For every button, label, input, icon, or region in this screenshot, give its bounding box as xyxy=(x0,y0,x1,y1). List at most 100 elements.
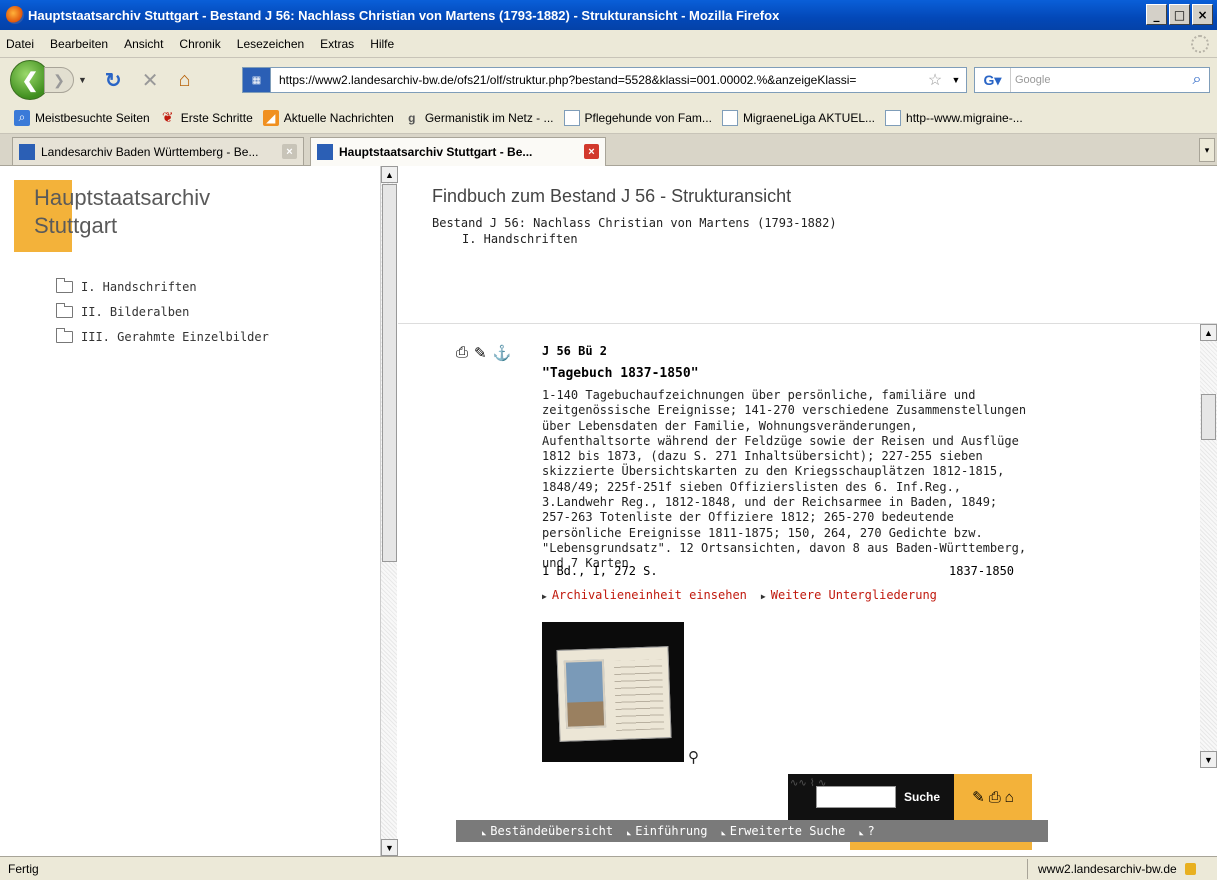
tree-item-handschriften[interactable]: I. Handschriften xyxy=(56,274,269,299)
tab-landesarchiv[interactable]: Landesarchiv Baden Württemberg - Be... × xyxy=(12,137,304,165)
site-favicon-icon: ▦ xyxy=(243,68,271,92)
nav-einfuehrung[interactable]: ◣ Einführung xyxy=(627,824,707,838)
lock-icon[interactable] xyxy=(1184,863,1196,875)
close-button[interactable]: × xyxy=(1192,4,1213,25)
tab-close-icon[interactable]: × xyxy=(282,144,297,159)
bookmark-migraeneliga[interactable]: MigraeneLiga AKTUEL... xyxy=(721,109,875,126)
page-content: Hauptstaatsarchiv Stuttgart I. Handschri… xyxy=(0,166,1217,856)
tree-item-gerahmte-einzelbilder[interactable]: III. Gerahmte Einzelbilder xyxy=(56,324,269,349)
edit-icon[interactable]: ✎ xyxy=(972,788,985,806)
scroll-thumb[interactable] xyxy=(382,184,397,562)
print-icon[interactable]: ⎙ xyxy=(989,789,1001,806)
bestand-breadcrumb[interactable]: Bestand J 56: Nachlass Christian von Mar… xyxy=(432,216,837,230)
scroll-down-icon[interactable]: ▼ xyxy=(1200,751,1217,768)
nav-bestaendeuebersicht[interactable]: ◣ Beständeübersicht xyxy=(482,824,613,838)
bookmark-meistbesuchte[interactable]: ⌕ Meistbesuchte Seiten xyxy=(14,109,150,126)
tree-item-bilderalben[interactable]: II. Bilderalben xyxy=(56,299,269,324)
firefox-icon xyxy=(6,6,24,24)
left-frame-scrollbar[interactable]: ▲ ▼ xyxy=(380,166,398,856)
quick-search-panel: ∿∿ ⌇ ∿ Suche xyxy=(788,774,956,820)
record-actions: ⎙ ✎ ⚓ xyxy=(456,344,511,362)
book-text-page xyxy=(613,659,665,731)
url-input[interactable]: https://www2.landesarchiv-bw.de/ofs21/ol… xyxy=(271,73,924,87)
window-titlebar: Hauptstaatsarchiv Stuttgart - Bestand J … xyxy=(0,0,1217,30)
minimize-button[interactable]: _ xyxy=(1146,4,1167,25)
bookmark-erste-schritte[interactable]: ❦ Erste Schritte xyxy=(160,109,253,126)
bottom-navigation: ∿∿ ⌇ ∿ Suche ✎ ⎙ ⌂ ◣ Beständeübersicht ◣ E… xyxy=(398,768,1217,856)
link-archivalieneinheit[interactable]: ▶ Archivalieneinheit einsehen xyxy=(542,588,747,602)
menu-lesezeichen[interactable]: Lesezeichen xyxy=(237,37,304,51)
record-date: 1837-1850 xyxy=(949,564,1015,578)
section-breadcrumb[interactable]: I. Handschriften xyxy=(462,232,578,246)
tab-bar: Landesarchiv Baden Württemberg - Be... ×… xyxy=(0,134,1217,166)
search-icon[interactable]: ⌕ xyxy=(1185,71,1209,89)
logo[interactable]: Hauptstaatsarchiv Stuttgart xyxy=(34,184,210,240)
bookmark-star-icon[interactable]: ☆ xyxy=(924,70,946,90)
record-thumbnail[interactable] xyxy=(542,622,684,762)
scroll-up-icon[interactable]: ▲ xyxy=(1200,324,1217,341)
page-title: Findbuch zum Bestand J 56 - Strukturansi… xyxy=(432,186,792,206)
scroll-thumb[interactable] xyxy=(1201,394,1216,440)
book-illustration xyxy=(563,659,607,729)
tab-hauptstaatsarchiv[interactable]: Hauptstaatsarchiv Stuttgart - Be... × xyxy=(310,137,606,166)
menu-bearbeiten[interactable]: Bearbeiten xyxy=(50,37,108,51)
findbuch-header: Findbuch zum Bestand J 56 - Strukturansi… xyxy=(398,166,1217,324)
nav-help[interactable]: ◣? xyxy=(859,824,874,838)
url-bar[interactable]: ▦ https://www2.landesarchiv-bw.de/ofs21/… xyxy=(242,67,967,93)
record-links: ▶ Archivalieneinheit einsehen ▶ Weitere Un… xyxy=(542,588,937,602)
menu-ansicht[interactable]: Ansicht xyxy=(124,37,163,51)
menu-hilfe[interactable]: Hilfe xyxy=(370,37,394,51)
menu-datei[interactable]: Datei xyxy=(6,37,34,51)
structure-tree: I. Handschriften II. Bilderalben III. Ge… xyxy=(56,274,269,349)
forward-button[interactable]: ❯ xyxy=(44,67,74,93)
search-engine-icon[interactable]: G ▾ xyxy=(975,68,1011,92)
maximize-button[interactable]: □ xyxy=(1169,4,1190,25)
search-button[interactable]: Suche xyxy=(904,790,940,804)
arrow-icon: ◣ xyxy=(482,829,487,837)
bookmark-record-icon[interactable]: ⚓ xyxy=(493,344,512,362)
quick-search-input[interactable] xyxy=(816,786,896,808)
nav-erweiterte-suche[interactable]: ◣ Erweiterte Suche xyxy=(722,824,846,838)
throbber-icon xyxy=(1191,35,1209,53)
scroll-up-icon[interactable]: ▲ xyxy=(381,166,398,183)
arrow-icon: ◣ xyxy=(721,829,726,837)
record-description: 1-140 Tagebuchaufzeichnungen über persön… xyxy=(542,388,1027,571)
stop-icon[interactable]: ✕ xyxy=(142,68,159,93)
rss-icon: ◢ xyxy=(262,109,279,126)
folder-icon xyxy=(56,277,73,293)
record-panel-scrollbar[interactable]: ▲ ▼ xyxy=(1200,324,1217,768)
search-input[interactable]: Google xyxy=(1011,74,1185,86)
home-icon[interactable]: ⌂ xyxy=(1005,789,1014,806)
status-bar: Fertig www2.landesarchiv-bw.de xyxy=(0,856,1217,880)
left-frame: Hauptstaatsarchiv Stuttgart I. Handschri… xyxy=(0,166,380,856)
back-arrow-icon: ❮ xyxy=(21,69,39,92)
home-icon[interactable]: ⌂ xyxy=(178,69,190,92)
tab-list-dropdown-icon[interactable]: ▾ xyxy=(1199,138,1215,162)
record-extent: 1 Bd., I, 272 S. xyxy=(542,564,658,578)
edit-icon[interactable]: ✎ xyxy=(474,344,487,362)
bookmark-pflegehunde[interactable]: Pflegehunde von Fam... xyxy=(563,109,712,126)
book-image xyxy=(556,646,672,742)
menu-chronik[interactable]: Chronik xyxy=(179,37,220,51)
link-weitere-untergliederung[interactable]: ▶ Weitere Untergliederung xyxy=(761,588,937,602)
arrow-right-icon: ▶ xyxy=(760,592,766,601)
url-dropdown-icon[interactable]: ▼ xyxy=(946,75,966,85)
right-frame: Findbuch zum Bestand J 56 - Strukturansi… xyxy=(398,166,1217,856)
print-icon[interactable]: ⎙ xyxy=(456,344,468,362)
scroll-down-icon[interactable]: ▼ xyxy=(381,839,398,856)
reload-icon[interactable]: ↻ xyxy=(105,68,122,93)
record-signature: J 56 Bü 2 xyxy=(542,344,608,358)
tab-close-icon[interactable]: × xyxy=(584,144,599,159)
menu-bar: Datei Bearbeiten Ansicht Chronik Lesezei… xyxy=(0,30,1217,58)
bookmark-migraine[interactable]: http--www.migraine-... xyxy=(885,109,1023,126)
bookmark-aktuelle-nachrichten[interactable]: ◢ Aktuelle Nachrichten xyxy=(262,109,394,126)
search-bar[interactable]: G ▾ Google ⌕ xyxy=(974,67,1210,93)
blue-page-icon: ⌕ xyxy=(14,109,30,126)
page-icon xyxy=(885,109,902,126)
zoom-icon[interactable]: ⚲ xyxy=(688,748,699,766)
history-dropdown-icon[interactable]: ▼ xyxy=(78,75,87,85)
menu-extras[interactable]: Extras xyxy=(320,37,354,51)
bookmark-germanistik[interactable]: g Germanistik im Netz - ... xyxy=(404,110,553,126)
status-text: Fertig xyxy=(8,861,39,876)
logo-line2: Stuttgart xyxy=(34,213,118,238)
